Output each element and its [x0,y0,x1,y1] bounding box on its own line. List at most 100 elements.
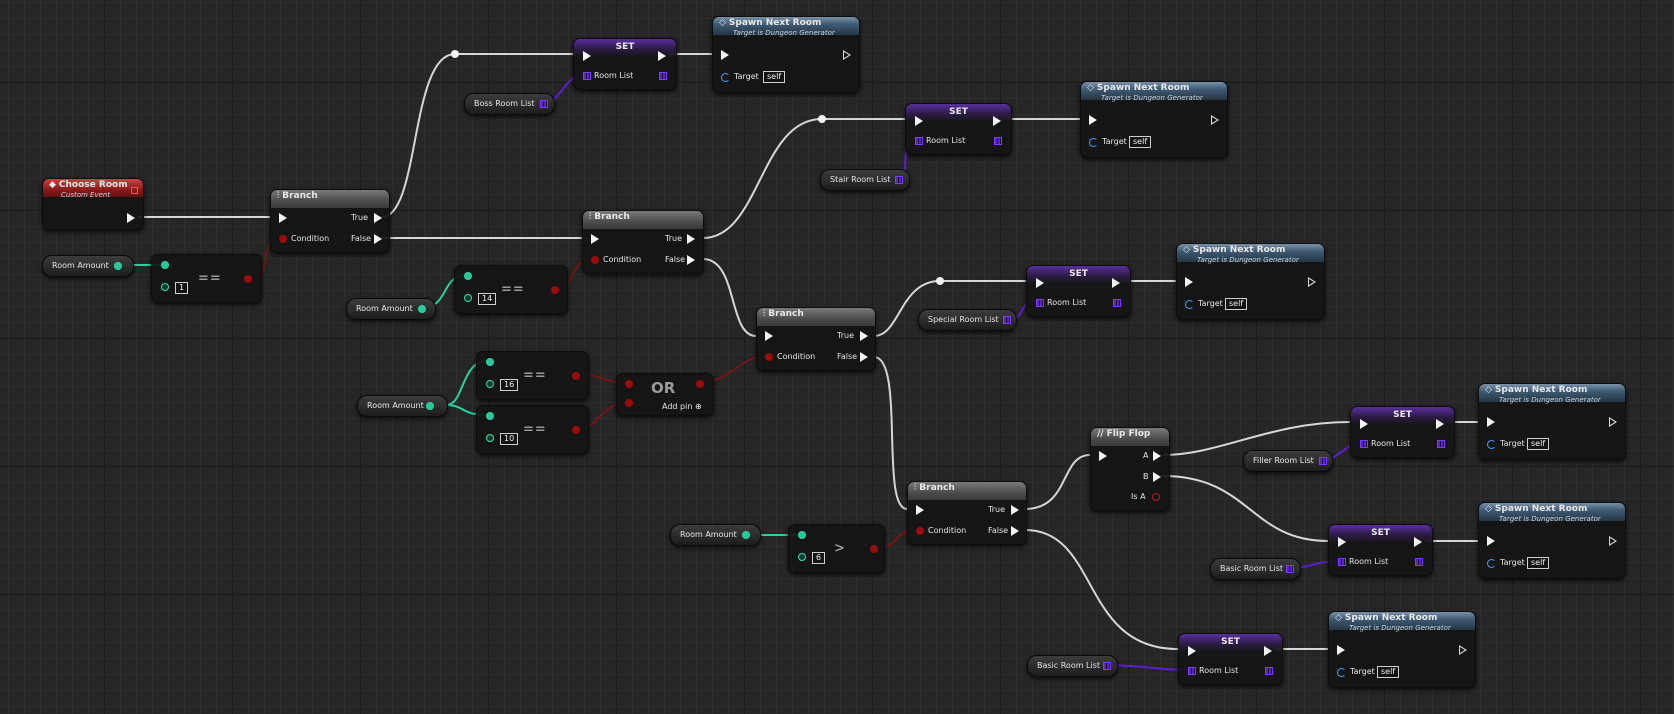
array-in-pin[interactable] [915,137,923,145]
exec-true-pin[interactable] [687,234,695,244]
exec-true-pin[interactable] [1011,505,1019,515]
bool-out-pin[interactable] [870,545,878,553]
target-pin[interactable] [1487,440,1496,449]
exec-out-pin[interactable] [993,116,1001,126]
exec-in-pin[interactable] [1036,278,1044,288]
room-amount-getter[interactable]: Room Amount [357,395,448,417]
array-out-pin[interactable] [1437,440,1445,448]
exec-false-pin[interactable] [1011,526,1019,536]
exec-false-pin[interactable] [687,255,695,265]
target-self-box[interactable]: self [1225,298,1248,310]
exec-out-pin[interactable] [1211,115,1219,125]
int-in-pin-b[interactable] [486,434,494,442]
array-in-pin[interactable] [1360,440,1368,448]
set-node-1[interactable]: SET Room List [573,38,677,90]
array-out-pin[interactable] [540,100,548,108]
compare-value-box[interactable]: 16 [500,379,519,391]
exec-in-pin[interactable] [583,51,591,61]
spawn-next-room-node-5[interactable]: ◇ Spawn Next Room Target is Dungeon Gener… [1478,502,1626,579]
exec-out-pin[interactable] [1308,277,1316,287]
exec-in-pin[interactable] [1188,646,1196,656]
array-out-pin[interactable] [1286,565,1294,573]
spawn-next-room-node-4[interactable]: ◇ Spawn Next Room Target is Dungeon Gener… [1478,383,1626,460]
condition-pin[interactable] [916,527,924,535]
int-in-pin-b[interactable] [486,380,494,388]
equals-node-2[interactable]: 14 == [454,265,568,314]
add-pin-button[interactable]: Add pin ⊕ [662,402,702,411]
int-out-pin[interactable] [114,262,122,270]
exec-in-pin[interactable] [1089,115,1097,125]
basic-room-list-getter-1[interactable]: Basic Room List [1210,558,1301,580]
target-pin[interactable] [721,73,730,82]
int-in-pin-a[interactable] [486,358,494,366]
array-in-pin[interactable] [1338,558,1346,566]
condition-pin[interactable] [279,235,287,243]
target-pin[interactable] [1487,559,1496,568]
set-node-5[interactable]: SET Room List [1328,524,1433,576]
compare-value-box[interactable]: 6 [812,552,826,564]
compare-value-box[interactable]: 1 [175,282,189,294]
exec-out-pin[interactable] [1264,646,1272,656]
array-out-pin[interactable] [1265,667,1273,675]
int-in-pin-a[interactable] [161,261,169,269]
int-out-pin[interactable] [418,305,426,313]
array-out-pin[interactable] [1415,558,1423,566]
exec-out-pin[interactable] [1112,278,1120,288]
exec-in-pin[interactable] [591,234,599,244]
exec-true-pin[interactable] [860,331,868,341]
array-out-pin[interactable] [659,72,667,80]
bool-out-pin[interactable] [696,380,704,388]
array-out-pin[interactable] [994,137,1002,145]
exec-in-pin[interactable] [765,331,773,341]
array-out-pin[interactable] [1319,457,1327,465]
array-out-pin[interactable] [1113,299,1121,307]
exec-in-pin[interactable] [916,505,924,515]
spawn-next-room-node-6[interactable]: ◇ Spawn Next Room Target is Dungeon Gener… [1328,611,1476,688]
filler-room-list-getter[interactable]: Filler Room List [1243,450,1333,472]
branch-node-4[interactable]: ⫶ Branch Condition True False [907,481,1027,545]
flip-flop-node[interactable]: ∕∕ Flip Flop A B Is A [1090,427,1170,511]
target-self-box[interactable]: self [763,71,786,83]
exec-in-pin[interactable] [1185,277,1193,287]
exec-out-pin[interactable] [1436,419,1444,429]
condition-pin[interactable] [591,256,599,264]
exec-out-pin[interactable] [843,50,851,60]
equals-node-4[interactable]: 10 == [476,405,589,454]
int-in-pin-a[interactable] [486,412,494,420]
exec-out-pin[interactable] [1414,537,1422,547]
spawn-next-room-node-3[interactable]: ◇ Spawn Next Room Target is Dungeon Gener… [1176,243,1325,320]
condition-pin[interactable] [765,353,773,361]
exec-false-pin[interactable] [374,234,382,244]
or-node[interactable]: OR Add pin ⊕ [616,373,714,416]
exec-in-pin[interactable] [1487,417,1495,427]
array-in-pin[interactable] [1036,299,1044,307]
spawn-next-room-node-2[interactable]: ◇ Spawn Next Room Target is Dungeon Gener… [1080,81,1228,158]
exec-in-pin[interactable] [721,50,729,60]
set-node-2[interactable]: SET Room List [905,103,1012,155]
bool-out-pin[interactable] [551,286,559,294]
target-self-box[interactable]: self [1527,557,1550,569]
branch-node-1[interactable]: ⫶ Branch Condition True False [270,189,390,253]
array-in-pin[interactable] [583,72,591,80]
array-in-pin[interactable] [1188,667,1196,675]
bool-out-pin[interactable] [572,426,580,434]
bool-in-pin-b[interactable] [625,399,633,407]
exec-out-pin[interactable] [1459,645,1467,655]
branch-node-3[interactable]: ⫶ Branch Condition True False [756,307,876,371]
int-out-pin[interactable] [426,402,434,410]
room-amount-getter[interactable]: Room Amount [670,524,761,546]
exec-out-pin[interactable] [1609,536,1617,546]
set-node-3[interactable]: SET Room List [1026,265,1131,317]
exec-in-pin[interactable] [279,213,287,223]
choose-room-event-node[interactable]: ◆ Choose Room Custom Event [42,178,144,230]
special-room-list-getter[interactable]: Special Room List [918,309,1017,331]
equals-node-3[interactable]: 16 == [476,351,589,400]
spawn-next-room-node-1[interactable]: ◇ Spawn Next Room Target is Dungeon Gener… [712,16,860,93]
is-a-pin[interactable] [1152,493,1160,501]
exec-out-pin[interactable] [127,213,135,223]
set-node-6[interactable]: SET Room List [1178,633,1283,685]
exec-in-pin[interactable] [1099,451,1107,461]
compare-value-box[interactable]: 10 [500,433,519,445]
stair-room-list-getter[interactable]: Stair Room List [820,169,910,191]
bool-out-pin[interactable] [244,275,252,283]
